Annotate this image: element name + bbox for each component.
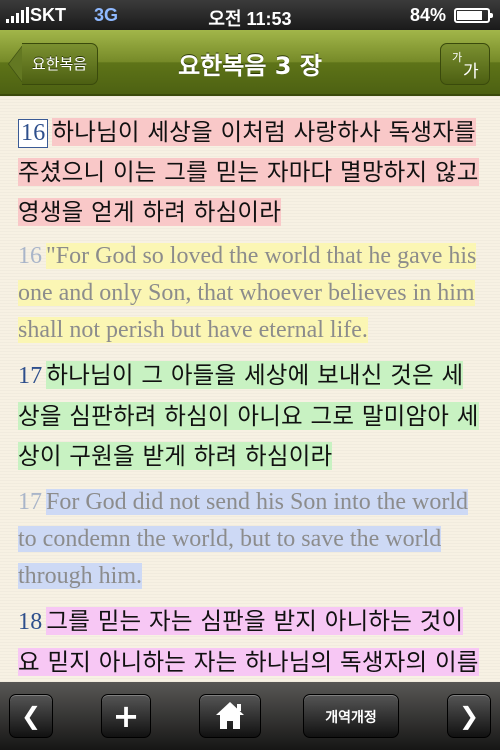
home-button[interactable] (199, 694, 261, 738)
plus-icon: + (112, 697, 140, 735)
previous-chapter-button[interactable]: ❮ (9, 694, 53, 738)
verse-text: "For God so loved the world that he gave… (18, 243, 477, 343)
font-size-large-glyph: 가 (463, 62, 479, 82)
navigation-bar: 요한복음 요한복음 3 장 가 가 (0, 30, 500, 96)
verse-16-english[interactable]: 16 "For God so loved the world that he ga… (18, 238, 482, 349)
version-label: 개역개정 (325, 710, 377, 726)
status-bar: SKT 3G 오전 11:53 84% (0, 0, 500, 30)
back-button[interactable]: 요한복음 (8, 43, 98, 85)
verse-number: 17 (18, 363, 43, 389)
verse-18-korean[interactable]: 18 그를 믿는 자는 심판을 받지 아니하는 것이요 믿지 아니하는 자는 하나… (18, 601, 482, 682)
chevron-left-icon: ❮ (20, 702, 42, 730)
battery-icon (454, 8, 493, 23)
verse-16-korean[interactable]: 16 하나님이 세상을 이처럼 사랑하사 독생자를 주셨으니 이는 그를 믿는 자… (18, 112, 482, 232)
scripture-view[interactable]: 16 하나님이 세상을 이처럼 사랑하사 독생자를 주셨으니 이는 그를 믿는 자… (0, 96, 500, 682)
verse-number: 16 (18, 243, 42, 269)
font-size-small-glyph: 가 (452, 51, 463, 64)
back-button-label: 요한복음 (22, 43, 98, 85)
next-chapter-button[interactable]: ❯ (447, 694, 491, 738)
bible-version-button[interactable]: 개역개정 (303, 694, 399, 738)
verse-text: 하나님이 세상을 이처럼 사랑하사 독생자를 주셨으니 이는 그를 믿는 자마다… (18, 118, 479, 226)
chevron-right-icon: ❯ (458, 702, 480, 730)
verse-number: 16 (18, 119, 49, 148)
verse-17-korean[interactable]: 17 하나님이 그 아들을 세상에 보내신 것은 세상을 심판하려 하심이 아니요… (18, 355, 482, 476)
home-icon (216, 702, 244, 729)
verse-text: 하나님이 그 아들을 세상에 보내신 것은 세상을 심판하려 하심이 아니요 그… (18, 361, 479, 470)
verse-number: 17 (18, 489, 42, 515)
verse-text: 그를 믿는 자는 심판을 받지 아니하는 것이요 믿지 아니하는 자는 하나님의… (18, 607, 479, 682)
font-size-button[interactable]: 가 가 (440, 43, 490, 85)
verse-text: For God did not send his Son into the wo… (18, 489, 469, 589)
add-bookmark-button[interactable]: + (101, 694, 151, 738)
battery-percent: 84% (409, 5, 446, 25)
verse-number: 18 (18, 609, 43, 635)
page-title: 요한복음 3 장 (178, 52, 322, 80)
verse-17-english[interactable]: 17 For God did not send his Son into the … (18, 484, 482, 595)
bottom-toolbar: ❮ + 개역개정 ❯ (0, 682, 500, 750)
